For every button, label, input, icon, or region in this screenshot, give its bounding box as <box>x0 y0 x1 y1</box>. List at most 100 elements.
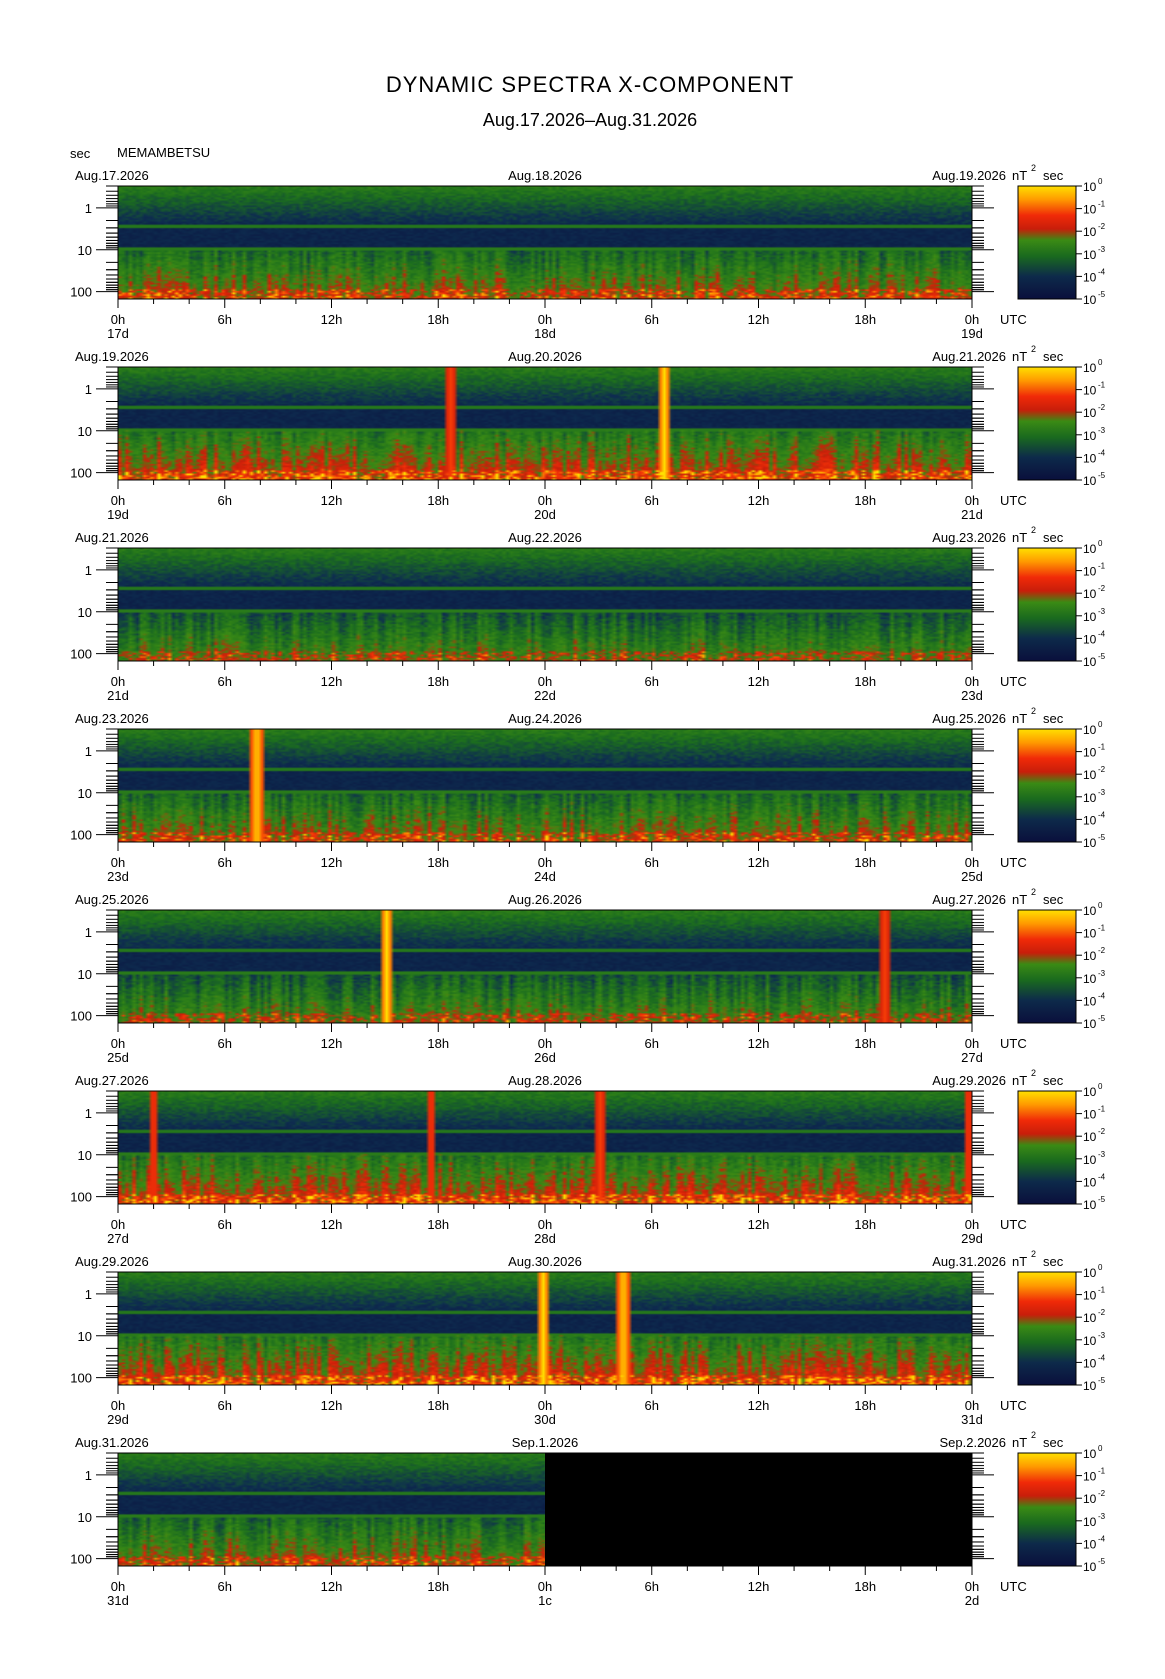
colorbar-tick-exponent: -1 <box>1098 924 1106 933</box>
x-tick-label: 12h <box>321 312 343 327</box>
date-label-mid: Sep.1.2026 <box>512 1435 579 1450</box>
colorbar-tick-exponent: -4 <box>1098 267 1106 276</box>
colorbar-tick-base: 10 <box>1083 632 1097 646</box>
day-label-left: 19d <box>107 507 129 522</box>
colorbar-tick-exponent: -1 <box>1098 1105 1106 1114</box>
x-tick-label: 6h <box>645 1398 659 1413</box>
utc-label: UTC <box>1000 312 1027 327</box>
utc-label: UTC <box>1000 674 1027 689</box>
date-label-left: Aug.21.2026 <box>75 530 149 545</box>
y-tick-label: 1 <box>85 201 92 216</box>
spectra-panel-2: 1101000h 6h 12h 18h 0h 6h 12h 18h 0h UTC19d 20d 21d… <box>70 344 1105 522</box>
x-axis-ticks: 0h 6h 12h 18h 0h 6h 12h 18h 0h UTC <box>111 480 1027 508</box>
y-tick-label: 100 <box>70 1371 92 1386</box>
date-label-right: Sep.2.2026 <box>939 1435 1006 1450</box>
colorbar-gradient <box>1017 185 1077 300</box>
colorbar-tick-base: 10 <box>1083 1017 1097 1031</box>
x-tick-label: 6h <box>645 312 659 327</box>
colorbar-tick-base: 10 <box>1083 836 1097 850</box>
y-tick-label: 10 <box>78 243 92 258</box>
x-tick-label: 18h <box>854 855 876 870</box>
colorbar-unit-suffix: sec <box>1043 168 1064 183</box>
colorbar-tick-exponent: -5 <box>1098 1376 1106 1385</box>
day-label-left: 29d <box>107 1412 129 1427</box>
colorbar-tick-exponent: -4 <box>1098 810 1106 819</box>
spectra-panel-3: 1101000h 6h 12h 18h 0h 6h 12h 18h 0h UTC21d 22d 23d… <box>70 525 1105 703</box>
colorbar-unit-prefix: nT <box>1012 1254 1027 1269</box>
no-data-region <box>545 1453 972 1566</box>
y-tick-label: 10 <box>78 786 92 801</box>
x-tick-label: 0h <box>111 855 125 870</box>
x-tick-label: 0h <box>538 1579 552 1594</box>
x-tick-label: 6h <box>645 1217 659 1232</box>
colorbar-unit-exponent: 2 <box>1031 344 1036 354</box>
x-tick-label: 18h <box>854 1579 876 1594</box>
colorbar-tick-exponent: -4 <box>1098 1534 1106 1543</box>
colorbar-unit-suffix: sec <box>1043 1435 1064 1450</box>
colorbar: 10 010 -110 -210 -310 -410 -5 <box>1017 1444 1106 1574</box>
x-tick-label: 18h <box>427 493 449 508</box>
colorbar-tick-base: 10 <box>1083 972 1097 986</box>
day-label-right: 31d <box>961 1412 983 1427</box>
station-label: MEMAMBETSU <box>117 145 210 160</box>
colorbar-unit-suffix: sec <box>1043 711 1064 726</box>
x-tick-label: 6h <box>645 855 659 870</box>
spectra-panel-7: 1101000h 6h 12h 18h 0h 6h 12h 18h 0h UTC29d 30d 31d… <box>70 1249 1105 1427</box>
x-axis-ticks: 0h 6h 12h 18h 0h 6h 12h 18h 0h UTC <box>111 1204 1027 1232</box>
spectra-panel-6: 1101000h 6h 12h 18h 0h 6h 12h 18h 0h UTC27d 28d 29d… <box>70 1068 1105 1246</box>
utc-label: UTC <box>1000 1217 1027 1232</box>
colorbar-tick-exponent: 0 <box>1098 177 1103 186</box>
x-tick-label: 6h <box>218 674 232 689</box>
x-axis-ticks: 0h 6h 12h 18h 0h 6h 12h 18h 0h UTC <box>111 842 1027 870</box>
colorbar-unit-prefix: nT <box>1012 711 1027 726</box>
colorbar-tick-base: 10 <box>1083 270 1097 284</box>
y-tick-label: 100 <box>70 1009 92 1024</box>
colorbar-tick-base: 10 <box>1083 904 1097 918</box>
y-tick-label: 10 <box>78 605 92 620</box>
colorbar-tick-exponent: -2 <box>1098 1127 1106 1136</box>
x-tick-label: 0h <box>538 312 552 327</box>
colorbar-tick-exponent: -1 <box>1098 743 1106 752</box>
colorbar-tick-exponent: -5 <box>1098 1195 1106 1204</box>
colorbar-tick-exponent: -2 <box>1098 222 1106 231</box>
x-tick-label: 12h <box>748 855 770 870</box>
x-tick-label: 18h <box>427 855 449 870</box>
colorbar-tick-base: 10 <box>1083 587 1097 601</box>
y-tick-label: 1 <box>85 382 92 397</box>
colorbar-tick-exponent: -2 <box>1098 403 1106 412</box>
date-label-mid: Aug.22.2026 <box>508 530 582 545</box>
x-axis-ticks: 0h 6h 12h 18h 0h 6h 12h 18h 0h UTC <box>111 661 1027 689</box>
y-tick-label: 100 <box>70 647 92 662</box>
day-label-right: 27d <box>961 1050 983 1065</box>
colorbar-gradient <box>1017 1271 1077 1386</box>
colorbar-tick-base: 10 <box>1083 927 1097 941</box>
colorbar-tick-exponent: -3 <box>1098 788 1106 797</box>
colorbar-gradient <box>1017 728 1077 843</box>
colorbar-tick-base: 10 <box>1083 180 1097 194</box>
x-tick-label: 0h <box>965 312 979 327</box>
x-tick-label: 0h <box>965 1217 979 1232</box>
colorbar-tick-exponent: -3 <box>1098 1331 1106 1340</box>
colorbar-tick-exponent: -1 <box>1098 1286 1106 1295</box>
colorbar: 10 010 -110 -210 -310 -410 -5 <box>1017 720 1106 850</box>
colorbar-tick-exponent: -3 <box>1098 607 1106 616</box>
colorbar-tick-exponent: 0 <box>1098 539 1103 548</box>
date-label-left: Aug.19.2026 <box>75 349 149 364</box>
x-tick-label: 12h <box>321 1579 343 1594</box>
colorbar-tick-exponent: -4 <box>1098 629 1106 638</box>
y-tick-label: 100 <box>70 1190 92 1205</box>
colorbar-gradient <box>1017 1452 1077 1567</box>
x-tick-label: 12h <box>748 674 770 689</box>
colorbar-tick-base: 10 <box>1083 746 1097 760</box>
spectra-panel-5: 1101000h 6h 12h 18h 0h 6h 12h 18h 0h UTC25d 26d 27d… <box>70 887 1105 1065</box>
colorbar-tick-base: 10 <box>1083 1379 1097 1393</box>
x-tick-label: 18h <box>854 312 876 327</box>
utc-label: UTC <box>1000 493 1027 508</box>
colorbar-unit-exponent: 2 <box>1031 163 1036 173</box>
x-tick-label: 6h <box>218 1036 232 1051</box>
x-tick-label: 18h <box>427 312 449 327</box>
date-label-right: Aug.25.2026 <box>932 711 1006 726</box>
day-label-right: 21d <box>961 507 983 522</box>
x-tick-label: 12h <box>321 1398 343 1413</box>
colorbar-unit-exponent: 2 <box>1031 1068 1036 1078</box>
